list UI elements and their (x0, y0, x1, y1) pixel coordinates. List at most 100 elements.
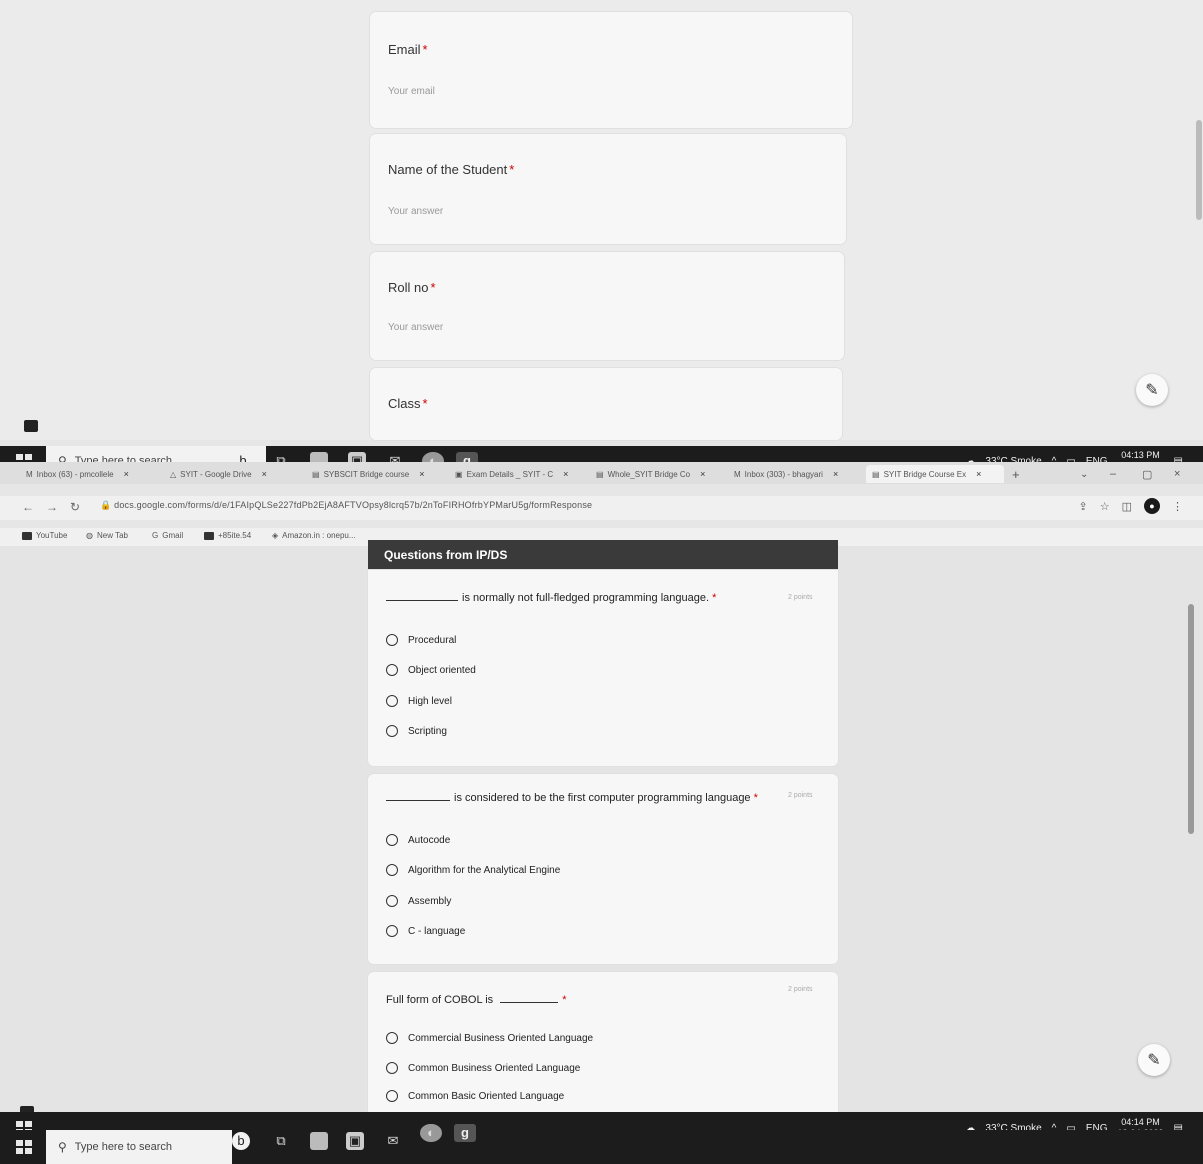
address-bar: ← → ↻ 🔒 docs.google.com/forms/d/e/1FAIpQ… (0, 496, 1203, 520)
bookmark-amazon[interactable]: ◈ Amazon.in : onepu... (272, 531, 356, 540)
drive-icon: △ (170, 469, 177, 479)
option-analytical-engine[interactable]: Algorithm for the Analytical Engine (386, 864, 560, 876)
tab-gmail-1[interactable]: M Inbox (63) - pmcollele × (26, 465, 150, 483)
email-input[interactable]: Your email (388, 86, 435, 97)
bing-icon[interactable]: b (232, 1132, 250, 1150)
forms-icon: ▤ (596, 469, 604, 479)
task-view-icon[interactable]: ⧉ (272, 1132, 290, 1150)
close-icon[interactable]: × (124, 469, 129, 479)
windows-start-icon[interactable] (16, 1140, 32, 1154)
radio-button[interactable] (386, 664, 398, 676)
forward-icon[interactable]: → (46, 500, 58, 514)
tab-forms-active[interactable]: ▤ SYIT Bridge Course Ex × (866, 465, 1004, 483)
option-commercial-business[interactable]: Commercial Business Oriented Language (386, 1032, 593, 1044)
tab-drive[interactable]: △ SYIT - Google Drive × (170, 465, 296, 483)
radio-button[interactable] (386, 864, 398, 876)
question-card-3: Full form of COBOL is * 2 points Commerc… (368, 972, 838, 1112)
bookmark-newtab[interactable]: ◍ New Tab (86, 531, 128, 540)
section-header: Questions from IP/DS (368, 540, 838, 570)
menu-kebab-icon[interactable]: ⋮ (1172, 500, 1183, 513)
radio-button[interactable] (386, 925, 398, 937)
forms-icon: ▤ (872, 469, 880, 479)
taskbar-search[interactable]: ⚲Type here to search (46, 1130, 232, 1164)
close-icon[interactable]: × (833, 469, 838, 479)
top-screenshot: Email * Your email Name of the Student * Y… (0, 0, 1203, 440)
option-high-level[interactable]: High level (386, 695, 452, 707)
question-2-points: 2 points (788, 792, 813, 799)
edit-pencil-icon[interactable]: ✎ (1138, 1044, 1170, 1076)
question-card-2: is considered to be the first computer p… (368, 774, 838, 964)
amazon-icon: ◈ (272, 531, 279, 540)
radio-button[interactable] (386, 695, 398, 707)
tab-forms-1[interactable]: ▤ SYBSCIT Bridge course × (312, 465, 440, 483)
roll-no-label: Roll no * (388, 280, 436, 295)
minimize-icon[interactable]: – (1110, 465, 1116, 483)
radio-button[interactable] (386, 1032, 398, 1044)
globe-icon: ◍ (86, 531, 93, 540)
radio-button[interactable] (386, 725, 398, 737)
email-label: Email * (388, 42, 428, 57)
file-explorer-icon[interactable] (310, 1132, 328, 1150)
email-card: Email * Your email (370, 12, 852, 128)
browser-tab-bar: M Inbox (63) - pmcollele × △ SYIT - Google … (0, 462, 1203, 484)
store-icon[interactable]: ▣ (346, 1132, 364, 1150)
bookmark-gmail[interactable]: G Gmail (152, 531, 183, 540)
gmail-icon: M (734, 469, 741, 479)
docs-icon: ▣ (455, 469, 463, 479)
option-autocode[interactable]: Autocode (386, 834, 450, 846)
close-icon[interactable]: × (700, 469, 705, 479)
close-icon[interactable]: × (419, 469, 424, 479)
question-2-text: is considered to be the first computer p… (386, 792, 758, 804)
gmail-icon: M (26, 469, 33, 479)
option-c-language[interactable]: C - language (386, 925, 465, 937)
maximize-icon[interactable]: ▢ (1142, 465, 1152, 483)
option-procedural[interactable]: Procedural (386, 634, 456, 646)
top-scrollbar[interactable] (1196, 120, 1202, 220)
bookmark-star-icon[interactable]: ☆ (1100, 500, 1110, 513)
option-common-basic[interactable]: Common Basic Oriented Language (386, 1090, 564, 1102)
radio-button[interactable] (386, 895, 398, 907)
edit-pencil-icon[interactable]: ✎ (1136, 374, 1168, 406)
edge-icon[interactable]: ◐ (420, 1124, 442, 1142)
radio-button[interactable] (386, 634, 398, 646)
question-1-points: 2 points (788, 594, 813, 601)
bookmark-site[interactable]: +85ite.54 (204, 531, 251, 540)
radio-button[interactable] (386, 1090, 398, 1102)
roll-no-card: Roll no * Your answer (370, 252, 844, 360)
google-icon: G (152, 531, 159, 540)
option-scripting[interactable]: Scripting (386, 725, 447, 737)
question-3-text: Full form of COBOL is * (386, 994, 567, 1006)
question-card-1: is normally not full-fledged programming… (368, 570, 838, 766)
new-tab-button[interactable]: + (1012, 465, 1020, 483)
student-name-card: Name of the Student * Your answer (370, 134, 846, 244)
mail-icon[interactable]: ✉ (384, 1132, 402, 1150)
page-scrollbar[interactable] (1188, 604, 1194, 834)
share-icon[interactable]: ⇪ (1079, 500, 1088, 513)
youtube-icon (22, 531, 32, 540)
class-card: Class * (370, 368, 842, 440)
search-icon: ⚲ (58, 1140, 67, 1154)
feedback-icon (24, 420, 38, 432)
back-icon[interactable]: ← (22, 500, 34, 514)
profile-avatar[interactable]: ● (1144, 498, 1160, 514)
radio-button[interactable] (386, 834, 398, 846)
window-close-icon[interactable]: × (1174, 465, 1180, 483)
option-object-oriented[interactable]: Object oriented (386, 664, 476, 676)
url-field[interactable]: 🔒 docs.google.com/forms/d/e/1FAIpQLSe227… (100, 500, 592, 511)
radio-button[interactable] (386, 1062, 398, 1074)
option-assembly[interactable]: Assembly (386, 895, 451, 907)
close-icon[interactable]: × (976, 469, 981, 479)
tab-docs[interactable]: ▣ Exam Details _ SYIT - C × (455, 465, 581, 483)
bookmark-youtube[interactable]: YouTube (22, 531, 67, 540)
tab-forms-2[interactable]: ▤ Whole_SYIT Bridge Co × (596, 465, 720, 483)
tab-search-chevron-icon[interactable]: ⌄ (1080, 465, 1088, 483)
reload-icon[interactable]: ↻ (70, 500, 80, 514)
side-panel-icon[interactable]: ◫ (1122, 500, 1132, 513)
option-common-business[interactable]: Common Business Oriented Language (386, 1062, 580, 1074)
close-icon[interactable]: × (563, 469, 568, 479)
close-icon[interactable]: × (262, 469, 267, 479)
chrome-icon[interactable]: g (454, 1124, 476, 1142)
roll-no-input[interactable]: Your answer (388, 322, 443, 333)
student-name-input[interactable]: Your answer (388, 206, 443, 217)
tab-gmail-2[interactable]: M Inbox (303) - bhagyari × (734, 465, 860, 483)
